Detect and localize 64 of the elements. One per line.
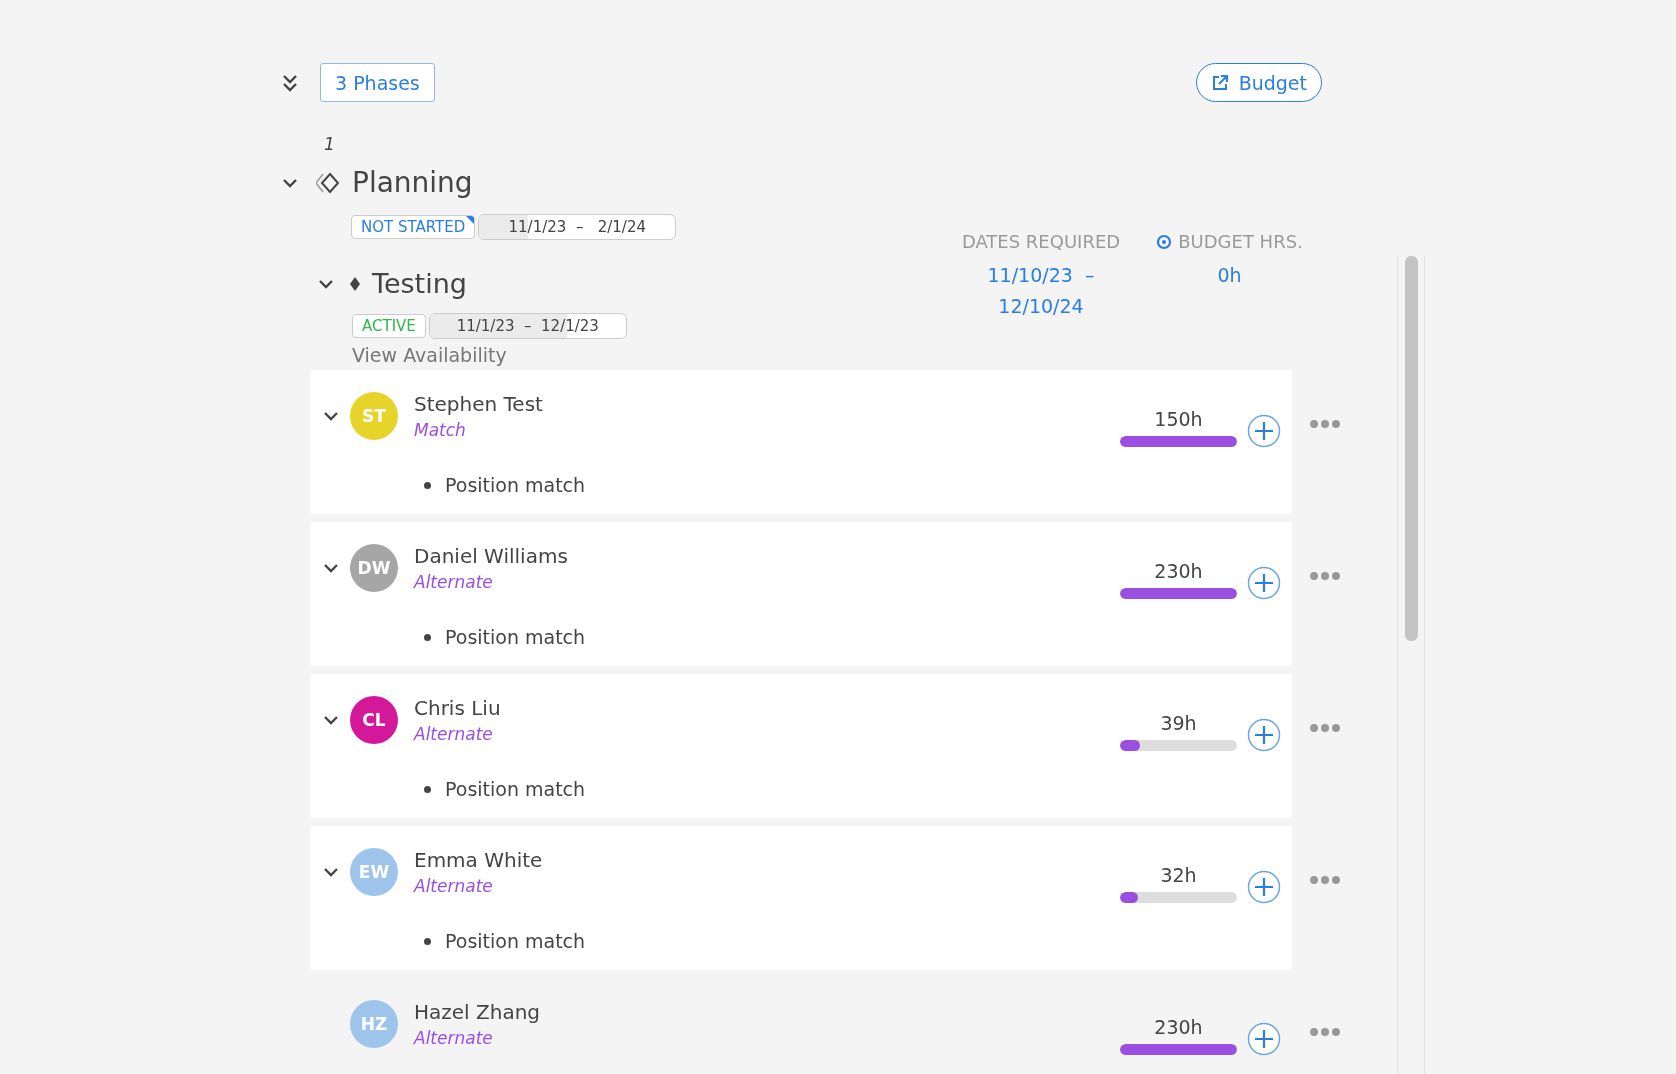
match-reason: Position match [445, 626, 586, 648]
column-label: DATES REQUIRED [961, 231, 1121, 252]
hours-value: 150h [1154, 407, 1203, 430]
chevron-down-icon[interactable] [323, 411, 339, 421]
avatar: ST [350, 392, 398, 440]
avatar: CL [350, 696, 398, 744]
hours-value: 32h [1160, 863, 1197, 886]
match-label: Alternate [414, 724, 494, 744]
match-label: Alternate [414, 876, 494, 896]
phase-number: 1 [324, 134, 336, 154]
chevron-down-icon[interactable] [318, 278, 334, 289]
candidate-name: Daniel Williams [414, 544, 568, 568]
candidate-name: Chris Liu [414, 696, 501, 720]
chevron-down-icon[interactable] [282, 177, 298, 188]
add-icon[interactable] [1247, 870, 1281, 904]
avatar: DW [350, 544, 398, 592]
more-icon[interactable] [1310, 572, 1340, 580]
role-title: Testing [372, 268, 467, 299]
budget-hours: 0h [1217, 263, 1242, 288]
target-icon [1156, 233, 1173, 250]
bullet-icon [424, 481, 431, 489]
chevron-down-icon[interactable] [323, 867, 339, 877]
status-badge: ACTIVE [352, 314, 426, 338]
match-reason: Position match [445, 474, 586, 496]
collapse-all-icon[interactable] [282, 72, 298, 93]
match-reason: Position match [445, 930, 586, 952]
bullet-icon [424, 785, 431, 793]
avatar: HZ [350, 1000, 398, 1048]
more-icon[interactable] [1310, 724, 1340, 732]
phases-button[interactable]: 3 Phases [320, 63, 435, 102]
add-icon[interactable] [1247, 414, 1281, 448]
add-icon[interactable] [1247, 1022, 1281, 1056]
bullet-icon [424, 633, 431, 641]
chevron-down-icon[interactable] [323, 563, 339, 573]
phase-title: Planning [352, 166, 473, 199]
hours-value: 230h [1154, 1015, 1203, 1038]
match-reason: Position match [445, 778, 586, 800]
date-range: 11/1/23 – 2/1/24 [478, 214, 677, 240]
match-label: Alternate [414, 572, 494, 592]
match-label: Match [414, 420, 467, 440]
hours-value: 39h [1160, 711, 1197, 734]
hours-value: 230h [1154, 559, 1203, 582]
bullet-icon [424, 937, 431, 945]
avatar: EW [350, 848, 398, 896]
chevron-down-icon[interactable] [323, 715, 339, 725]
add-icon[interactable] [1247, 566, 1281, 600]
candidate-name: Emma White [414, 848, 543, 872]
scrollbar[interactable] [1397, 256, 1425, 1074]
external-link-icon [1210, 73, 1229, 92]
status-badge: NOT STARTED [351, 215, 476, 239]
candidate-name: Stephen Test [414, 392, 543, 416]
milestone-icon [316, 171, 340, 194]
more-icon[interactable] [1310, 420, 1340, 428]
view-availability-link[interactable]: View Availability [352, 344, 942, 366]
date-range: 11/1/23 – 12/1/23 [428, 313, 627, 339]
diamond-icon [350, 276, 360, 291]
more-icon[interactable] [1310, 876, 1340, 884]
budget-button[interactable]: Budget [1195, 63, 1322, 102]
more-icon[interactable] [1310, 1028, 1340, 1036]
column-label: BUDGET HRS. [1178, 231, 1303, 252]
match-label: Alternate [414, 1028, 494, 1048]
candidate-name: Hazel Zhang [414, 1000, 540, 1024]
required-dates: 11/10/23 – 12/10/24 [986, 263, 1096, 319]
add-icon[interactable] [1247, 718, 1281, 752]
